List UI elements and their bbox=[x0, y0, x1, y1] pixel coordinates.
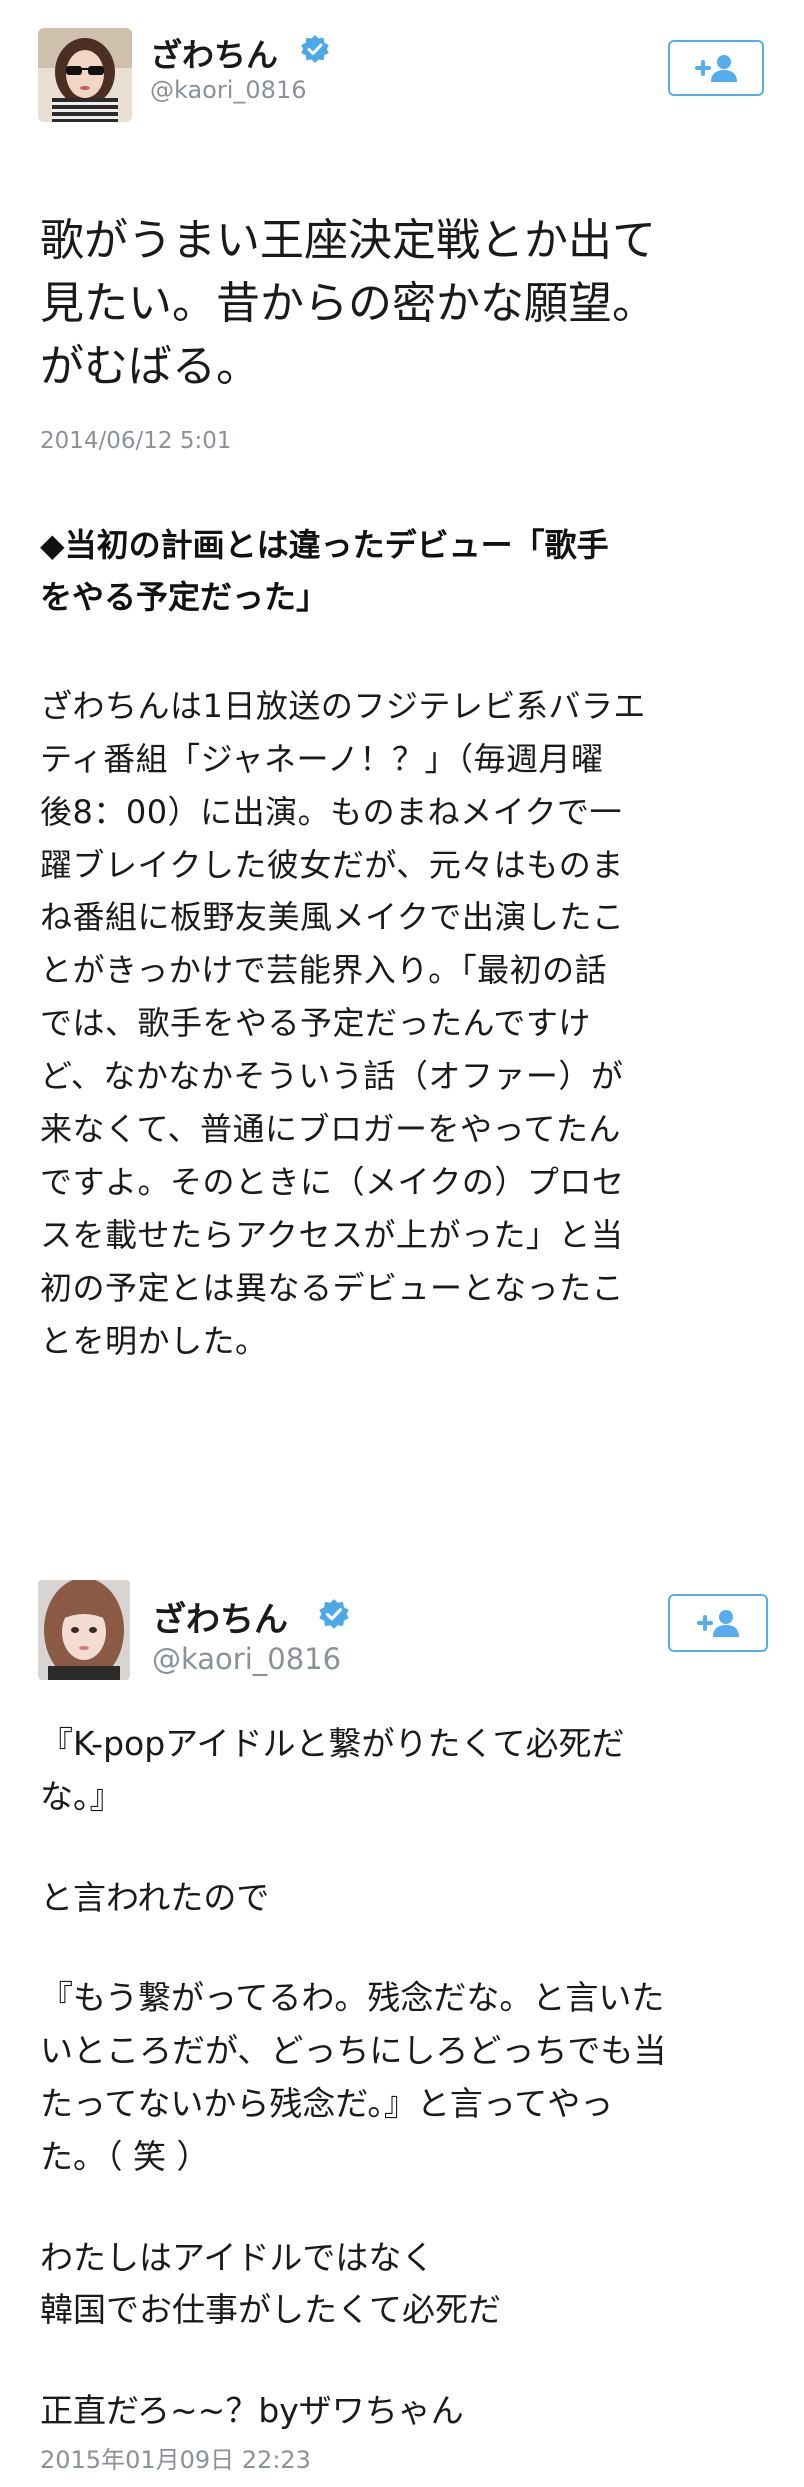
article-body-line: では、歌手をやる予定だったんですけ bbox=[40, 1004, 591, 1043]
tweet-paragraph: と言われたので bbox=[40, 1872, 780, 1925]
follow-plus-user-icon bbox=[695, 55, 737, 82]
user-handle[interactable]: @kaori_0816 bbox=[150, 76, 306, 104]
article-body-line: 後8：00）に出演。ものまねメイクで一 bbox=[40, 792, 622, 831]
article-body-line: ですよ。そのときに（メイクの）プロセ bbox=[40, 1163, 625, 1202]
tweet-text-line: 正直だろ~~？byザワちゃん bbox=[40, 2391, 464, 2431]
article-body-line: とを明かした。 bbox=[40, 1322, 268, 1361]
tweet-paragraph: 『K-popアイドルと繋がりたくて必死だ な。』 bbox=[40, 1718, 780, 1824]
tweet-text-line: 『もう繋がってるわ。残念だな。と言いた bbox=[40, 1978, 665, 2018]
tweet-text-line: た。（ 笑 ） bbox=[40, 2136, 210, 2176]
tweet-text-line: 歌がうまい王座決定戦とか出て bbox=[40, 215, 656, 266]
follow-button[interactable] bbox=[668, 1594, 768, 1652]
tweet-text-line: たってないから残念だ。』と言ってやっ bbox=[40, 2083, 614, 2123]
tweet-2: ざわちん @kaori_0816 bbox=[0, 1580, 804, 1700]
verified-badge-icon bbox=[318, 1598, 350, 1634]
avatar[interactable] bbox=[38, 28, 132, 122]
tweet-text-line: 韓国でお仕事がしたくて必死だ bbox=[40, 2290, 502, 2330]
article-body-line: ざわちんは1日放送のフジテレビ系バラエ bbox=[40, 686, 646, 725]
verified-badge-icon bbox=[300, 34, 330, 68]
tweet-text-line: 見たい。昔からの密かな願望。 bbox=[40, 277, 656, 329]
avatar[interactable] bbox=[38, 1580, 130, 1680]
tweet-timestamp[interactable]: 2014/06/12 5:01 bbox=[40, 428, 232, 454]
tweet-text: 『K-popアイドルと繋がりたくて必死だ な。』 と言われたので 『もう繋がって… bbox=[40, 1718, 780, 2438]
article-body-line: ど、なかなかそういう話（オファー）が bbox=[40, 1057, 624, 1096]
article-heading-line: ◆当初の計画とは違ったデビュー「歌手 bbox=[40, 526, 609, 564]
tweet-paragraph: わたしはアイドルではなく 韓国でお仕事がしたくて必死だ bbox=[40, 2232, 780, 2338]
article-section: ◆当初の計画とは違ったデビュー「歌手 をやる予定だった」 ざわちんは1日放送のフ… bbox=[40, 520, 770, 1368]
article-body-line: 来なくて、普通にブロガーをやってたん bbox=[40, 1110, 621, 1149]
tweet-timestamp[interactable]: 2015年01月09日 22:23 bbox=[40, 2440, 311, 2475]
tweet-text-line: わたしはアイドルではなく bbox=[40, 2237, 435, 2277]
tweet-text-line: と言われたので bbox=[40, 1877, 270, 1917]
article-body: ざわちんは1日放送のフジテレビ系バラエ ティ番組「ジャネーノ！？」（毎週月曜 後… bbox=[40, 680, 770, 1368]
user-name[interactable]: ざわちん bbox=[152, 1592, 288, 1641]
tweet-text-line: 『K-popアイドルと繋がりたくて必死だ bbox=[40, 1724, 625, 1763]
tweet-text-line: な。』 bbox=[40, 1776, 123, 1816]
user-handle[interactable]: @kaori_0816 bbox=[152, 1642, 341, 1676]
article-body-line: 躍ブレイクした彼女だが、元々はものま bbox=[40, 845, 624, 884]
tweet-text-line: いところだが、どっちにしろどっちでも当 bbox=[40, 2031, 667, 2071]
article-body-line: とがきっかけで芸能界入り。「最初の話 bbox=[40, 951, 608, 990]
tweet-text-line: がむばる。 bbox=[40, 340, 260, 392]
tweet-paragraph: 正直だろ~~？byザワちゃん bbox=[40, 2385, 780, 2438]
follow-button[interactable] bbox=[668, 40, 764, 96]
tweet-text: 歌がうまい王座決定戦とか出て 見たい。昔からの密かな願望。 がむばる。 bbox=[40, 210, 780, 399]
follow-plus-user-icon bbox=[697, 1610, 739, 1637]
article-body-line: スを載せたらアクセスが上がった」と当 bbox=[40, 1216, 624, 1255]
avatar-photo bbox=[38, 28, 132, 122]
user-name[interactable]: ざわちん bbox=[150, 30, 278, 76]
article-body-line: ね番組に板野友美風メイクで出演したこ bbox=[40, 898, 625, 937]
article-body-line: 初の予定とは異なるデビューとなったこ bbox=[40, 1269, 625, 1308]
tweet-paragraph: 『もう繋がってるわ。残念だな。と言いた いところだが、どっちにしろどっちでも当 … bbox=[40, 1972, 780, 2183]
article-heading: ◆当初の計画とは違ったデビュー「歌手 をやる予定だった」 bbox=[40, 520, 770, 624]
article-body-line: ティ番組「ジャネーノ！？」（毎週月曜 bbox=[40, 739, 604, 778]
avatar-photo bbox=[38, 1580, 130, 1680]
article-heading-line: をやる予定だった」 bbox=[40, 577, 329, 616]
